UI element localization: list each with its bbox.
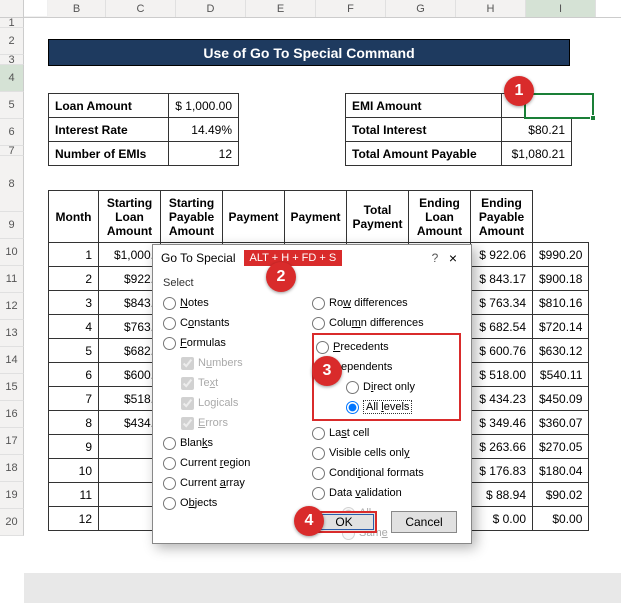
fill-handle[interactable] xyxy=(590,115,596,121)
table-cell[interactable]: $540.11 xyxy=(533,363,589,387)
opt-col-diff[interactable]: Column differences xyxy=(312,313,461,333)
table-cell[interactable]: $ 0.00 xyxy=(471,507,533,531)
cancel-button[interactable]: Cancel xyxy=(391,511,457,533)
col-C[interactable]: C xyxy=(106,0,176,17)
opt-last-cell[interactable]: Last cell xyxy=(312,423,461,443)
table-cell[interactable]: 8 xyxy=(49,411,99,435)
table-cell[interactable]: $ 349.46 xyxy=(471,411,533,435)
table-cell[interactable]: $630.12 xyxy=(533,339,589,363)
callout-3: 3 xyxy=(312,356,342,386)
col-I[interactable]: I xyxy=(526,0,596,17)
opt-constants[interactable]: Constants xyxy=(163,313,312,333)
opt-current-region[interactable]: Current region xyxy=(163,453,312,473)
opt-formulas[interactable]: Formulas xyxy=(163,333,312,353)
close-icon[interactable]: × xyxy=(443,250,463,266)
help-icon[interactable]: ? xyxy=(427,251,443,265)
col-E[interactable]: E xyxy=(246,0,316,17)
table-cell[interactable]: $360.07 xyxy=(533,411,589,435)
table-cell[interactable]: $ 763.34 xyxy=(471,291,533,315)
opt-logicals: Logicals xyxy=(181,393,312,413)
opt-all-levels[interactable]: All levels xyxy=(346,397,457,417)
summary-left: Loan Amount$ 1,000.00 Interest Rate14.49… xyxy=(48,93,239,166)
opt-visible-cells[interactable]: Visible cells only xyxy=(312,443,461,463)
group-label: Select xyxy=(163,277,461,289)
table-cell[interactable]: $ 843.17 xyxy=(471,267,533,291)
table-cell[interactable]: $450.09 xyxy=(533,387,589,411)
table-cell[interactable]: $ 518.00 xyxy=(471,363,533,387)
table-cell[interactable]: $ 176.83 xyxy=(471,459,533,483)
col-D[interactable]: D xyxy=(176,0,246,17)
opt-current-array[interactable]: Current array xyxy=(163,473,312,493)
table-cell[interactable]: $ 434.23 xyxy=(471,387,533,411)
page-title: Use of Go To Special Command xyxy=(48,39,570,66)
table-cell[interactable]: 7 xyxy=(49,387,99,411)
callout-2: 2 xyxy=(266,262,296,292)
table-cell[interactable]: $180.04 xyxy=(533,459,589,483)
table-cell[interactable]: 3 xyxy=(49,291,99,315)
dialog-title: Go To Special xyxy=(161,251,236,265)
table-cell[interactable]: $90.02 xyxy=(533,483,589,507)
opt-numbers: Numbers xyxy=(181,353,312,373)
table-cell[interactable]: $ 88.94 xyxy=(471,483,533,507)
table-cell[interactable]: 12 xyxy=(49,507,99,531)
table-cell[interactable]: $720.14 xyxy=(533,315,589,339)
opt-text: Text xyxy=(181,373,312,393)
selected-cell[interactable] xyxy=(524,93,594,119)
opt-precedents[interactable]: Precedents xyxy=(316,337,457,357)
table-cell[interactable]: 10 xyxy=(49,459,99,483)
column-headers: B C D E F G H I xyxy=(0,0,621,18)
callout-1: 1 xyxy=(504,76,534,106)
opt-cond-formats[interactable]: Conditional formats xyxy=(312,463,461,483)
table-cell[interactable]: $990.20 xyxy=(533,243,589,267)
opt-objects[interactable]: Objects xyxy=(163,493,312,513)
table-cell[interactable]: 5 xyxy=(49,339,99,363)
table-cell[interactable]: 6 xyxy=(49,363,99,387)
table-cell[interactable]: $270.05 xyxy=(533,435,589,459)
col-F[interactable]: F xyxy=(316,0,386,17)
opt-errors: Errors xyxy=(181,413,312,433)
shortcut-badge: ALT + H + FD + S xyxy=(244,250,343,266)
col-G[interactable]: G xyxy=(386,0,456,17)
opt-data-validation[interactable]: Data validation xyxy=(312,483,461,503)
table-cell[interactable]: 9 xyxy=(49,435,99,459)
opt-direct-only[interactable]: Direct only xyxy=(346,377,457,397)
col-B[interactable]: B xyxy=(48,0,106,17)
table-cell[interactable]: 11 xyxy=(49,483,99,507)
col-H[interactable]: H xyxy=(456,0,526,17)
opt-blanks[interactable]: Blanks xyxy=(163,433,312,453)
table-cell[interactable]: $ 922.06 xyxy=(471,243,533,267)
callout-4: 4 xyxy=(294,506,324,536)
table-cell[interactable]: $810.16 xyxy=(533,291,589,315)
table-cell[interactable]: $ 263.66 xyxy=(471,435,533,459)
table-cell[interactable]: $ 682.54 xyxy=(471,315,533,339)
table-cell[interactable]: $0.00 xyxy=(533,507,589,531)
opt-notes[interactable]: Notes xyxy=(163,293,312,313)
opt-row-diff[interactable]: Row differences xyxy=(312,293,461,313)
table-cell[interactable]: 1 xyxy=(49,243,99,267)
goto-special-dialog: Go To Special ALT + H + FD + S ? × Selec… xyxy=(152,244,472,544)
table-cell[interactable]: 4 xyxy=(49,315,99,339)
table-cell[interactable]: $ 600.76 xyxy=(471,339,533,363)
table-cell[interactable]: $900.18 xyxy=(533,267,589,291)
table-cell[interactable]: 2 xyxy=(49,267,99,291)
